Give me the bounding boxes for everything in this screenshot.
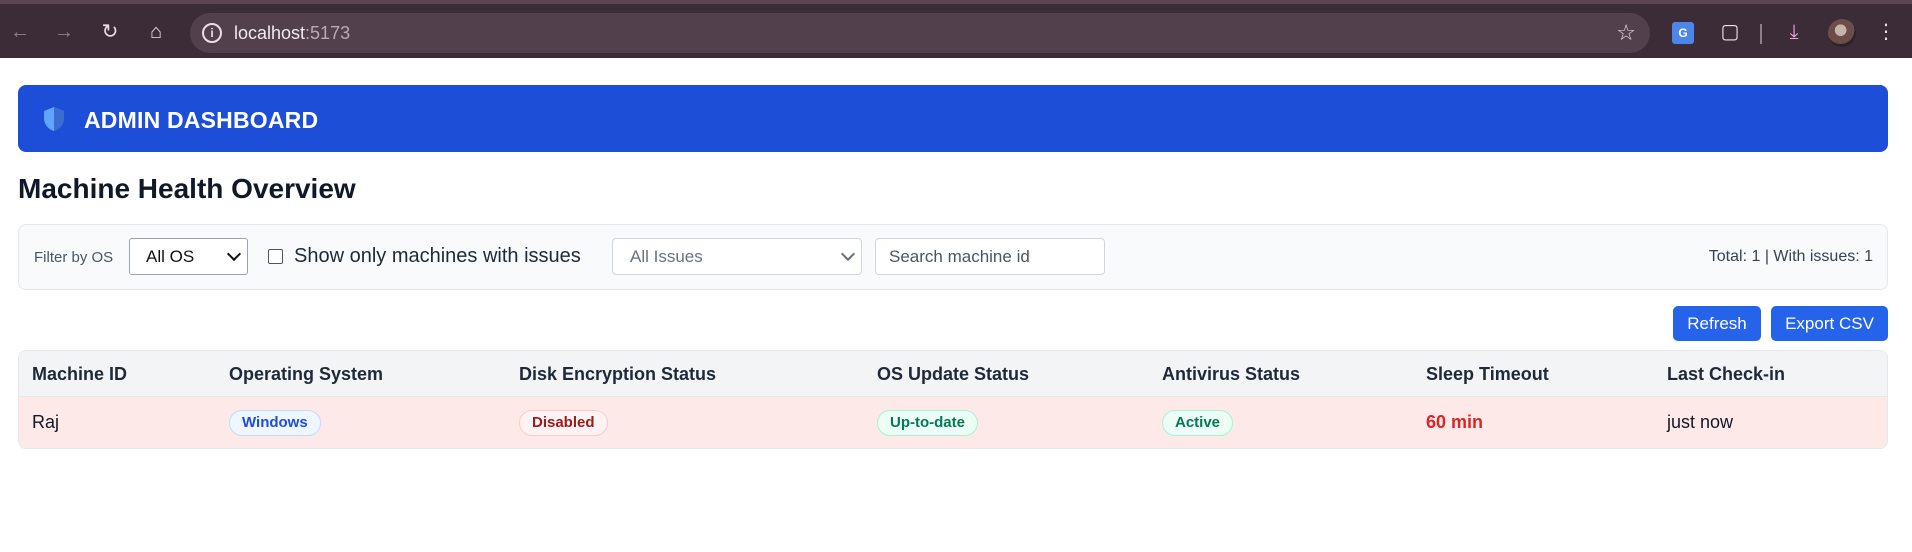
column-header[interactable]: Antivirus Status	[1162, 364, 1300, 385]
profile-avatar[interactable]	[1828, 19, 1856, 47]
machines-table: Machine ID Operating System Disk Encrypt…	[18, 350, 1888, 449]
os-filter-label: Filter by OS	[34, 249, 114, 266]
table-row[interactable]: Raj Windows Disabled Up-to-date Active 6…	[19, 397, 1887, 448]
os-update-badge: Up-to-date	[877, 410, 978, 436]
export-csv-button[interactable]: Export CSV	[1771, 306, 1888, 341]
toolbar-divider	[1760, 24, 1762, 44]
page-title: Machine Health Overview	[18, 173, 356, 204]
refresh-button[interactable]: Refresh	[1673, 306, 1761, 341]
site-info-icon[interactable]: i	[202, 23, 222, 43]
issue-type-select[interactable]: All Issues	[612, 238, 862, 275]
reload-icon[interactable]: ↻	[96, 18, 124, 46]
address-bar[interactable]: i localhost:5173 ☆	[190, 13, 1650, 53]
table-header: Machine ID Operating System Disk Encrypt…	[19, 351, 1887, 397]
column-header[interactable]: Sleep Timeout	[1426, 364, 1549, 385]
os-filter-select[interactable]: All OS	[129, 238, 248, 275]
totals-summary: Total: 1 | With issues: 1	[1708, 248, 1873, 265]
last-checkin-cell: just now	[1667, 412, 1734, 432]
chevron-down-icon	[226, 246, 242, 262]
home-icon[interactable]: ⌂	[142, 18, 170, 46]
forward-icon[interactable]: →	[50, 18, 78, 46]
app-header: ADMIN DASHBOARD	[18, 85, 1888, 152]
issues-only-label[interactable]: Show only machines with issues	[294, 245, 581, 268]
bookmark-star-icon[interactable]: ☆	[1616, 20, 1636, 46]
disk-encryption-badge: Disabled	[519, 410, 608, 436]
address-url[interactable]: localhost:5173	[234, 23, 350, 44]
column-header[interactable]: Disk Encryption Status	[519, 364, 716, 385]
filter-bar: Filter by OS All OS Show only machines w…	[18, 224, 1888, 290]
google-translate-icon[interactable]: G	[1672, 22, 1694, 44]
machine-id-cell: Raj	[32, 412, 60, 432]
search-input[interactable]	[875, 238, 1105, 275]
download-icon[interactable]: ⤓	[1780, 18, 1808, 46]
back-icon[interactable]: ←	[6, 18, 34, 46]
app-title: ADMIN DASHBOARD	[84, 107, 319, 133]
shield-icon	[44, 107, 64, 131]
sleep-timeout-cell: 60 min	[1426, 412, 1484, 432]
column-header[interactable]: Last Check-in	[1667, 364, 1785, 385]
os-badge: Windows	[229, 410, 321, 436]
extensions-puzzle-icon[interactable]: ▢	[1716, 18, 1744, 46]
browser-toolbar: ← → ↻ ⌂ i localhost:5173 ☆ G ▢ ⤓ ⋮	[0, 0, 1912, 58]
issues-only-checkbox[interactable]	[268, 249, 283, 264]
chevron-down-icon	[840, 246, 856, 262]
browser-menu-icon[interactable]: ⋮	[1872, 18, 1900, 46]
antivirus-badge: Active	[1162, 410, 1234, 436]
column-header[interactable]: Operating System	[229, 364, 383, 385]
column-header[interactable]: OS Update Status	[877, 364, 1029, 385]
column-header[interactable]: Machine ID	[32, 364, 127, 385]
